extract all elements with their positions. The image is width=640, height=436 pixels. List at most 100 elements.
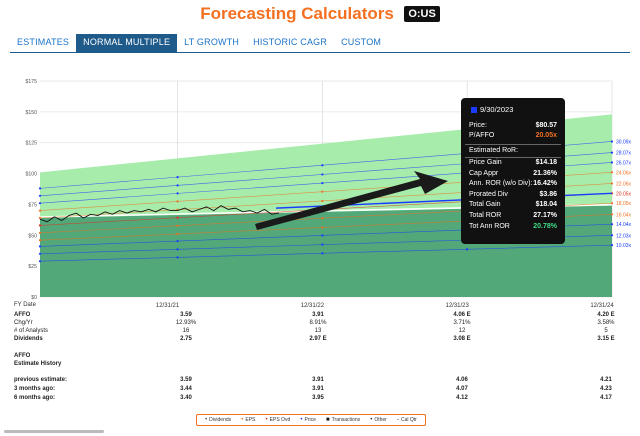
multiple-dot [176,216,179,219]
table-row: 3 months ago: 3.44 3.91 4.07 4.23 [14,386,634,394]
tooltip-row-value: $14.18 [535,159,557,166]
multiple-dot [321,217,324,220]
table-cell: 4.06 [456,377,468,383]
multiple-label: 24.06x [616,170,632,176]
table-cell: 4.20 E [597,312,615,318]
tab-historic-cagr[interactable]: HISTORIC CAGR [246,34,334,52]
tooltip-row-value: 16.42% [533,180,557,188]
table-row: previous estimate: 3.59 3.91 4.06 4.21 [14,377,634,385]
legend-symbol-icon: • [370,417,373,423]
x-tick-label: 12/31/22 [301,303,325,308]
table-cell: 12 [458,328,466,334]
table-cell: 4.06 E [453,312,471,318]
legend-item[interactable]: • EPS [241,417,255,423]
multiple-dot [321,226,324,229]
legend-label: Dividends [209,417,232,423]
legend-label: EPS Ovd [269,417,291,423]
multiple-dot [321,181,324,185]
tab-custom[interactable]: CUSTOM [334,34,388,52]
table-cell: 4.17 [600,395,612,401]
multiple-label: 16.04x [616,212,632,218]
calculator-tabs: ESTIMATES NORMAL MULTIPLE LT GROWTH HIST… [10,34,388,52]
table-row-label: # of Analysts [14,328,49,334]
multiple-dot [38,231,42,234]
table-cell: 3.95 [312,395,324,401]
tooltip-row-label: Price Gain [469,159,502,166]
y-tick-label: $75 [28,202,37,208]
tooltip-row-label: Prorated Div [469,190,508,198]
table-cell: 3.91 [312,386,324,392]
multiple-dot [610,151,614,154]
multiple-dot [38,252,42,255]
y-tick-label: $125 [25,141,37,147]
multiple-dot [176,256,179,259]
table-cell: 3.59 [180,312,192,318]
table-row: AFFO [14,353,634,361]
legend-item[interactable]: • Other [370,417,387,423]
price-series-swatch [471,107,477,113]
tooltip-price: $80.57 [535,122,557,129]
table-row: 6 months ago: 3.40 3.95 4.12 4.17 [14,395,634,403]
tab-lt-growth[interactable]: LT GROWTH [177,34,246,52]
table-cell: 3.08 E [453,336,471,342]
multiple-dot [610,213,614,216]
tooltip-row: Prorated Div $3.86 [469,191,557,200]
legend-symbol-icon: • [300,417,303,423]
legend-symbol-icon: • [241,417,244,423]
chart-legend: • Dividends • EPS • EPS Ovd • Price ■ Transaction… [196,414,426,426]
multiple-dot [176,239,179,243]
table-row-label: AFFO [14,353,31,359]
legend-item[interactable]: - Cal Qtr [397,417,417,423]
table-cell: 3.71% [453,320,471,326]
table-row: AFFO 3.59 3.91 4.06 E 4.20 E [14,312,634,320]
multiple-dot [176,176,179,179]
multiple-label: 18.05x [616,201,632,207]
legend-item[interactable]: • Price [300,417,316,423]
tab-normal-multiple[interactable]: NORMAL MULTIPLE [76,34,178,52]
table-cell: 16 [182,328,190,334]
tooltip-est-title-row: Estimated RoR: [469,147,557,156]
multiple-dot [610,223,614,226]
multiple-dot [321,252,324,255]
y-tick-label: $150 [25,110,37,116]
y-tick-label: $50 [28,233,37,239]
legend-item[interactable]: • Dividends [205,417,231,423]
multiple-label: 10.03x [616,243,632,249]
table-cell: 13 [314,328,322,334]
tooltip-row-label: Total Gain [469,201,501,209]
legend-label: Cal Qtr [401,417,417,423]
tooltip-row-label: Tot Ann ROR [469,222,510,230]
tooltip-row: Total Gain $18.04 [469,201,557,210]
table-cell: 12.93% [175,320,197,326]
horizontal-scrollbar[interactable] [4,430,104,433]
multiple-dot [176,224,179,227]
table-row-label: 6 months ago: [14,395,56,401]
table-row-label: AFFO [14,312,31,318]
table-row-label: Dividends [14,336,43,342]
y-tick-label: $25 [28,264,37,270]
legend-symbol-icon: • [265,417,268,423]
legend-item[interactable]: • EPS Ovd [266,417,291,423]
legend-label: Other [374,417,387,423]
multiple-dot [38,216,42,220]
multiple-dot [176,232,179,236]
tooltip-header: 9/30/2023 [471,105,513,114]
multiple-label: 30.09x [616,139,632,145]
legend-symbol-icon: ■ [326,417,330,423]
multiple-dot [321,234,324,237]
legend-item[interactable]: ■ Transactions [326,417,360,423]
multiple-label: 28.07x [616,151,632,157]
x-tick-label: 12/31/24 [590,303,614,308]
tooltip-price-label: Price: [469,122,487,129]
tooltip-row-value: 21.36% [533,169,557,177]
tooltip-divider [465,144,561,145]
table-cell: 3.40 [180,395,192,401]
table-row: Estimate History [14,361,634,369]
table-cell: 2.97 E [309,336,327,342]
chart-tooltip: 9/30/2023 Price: $80.57 P/AFFO 20.05x Esti… [461,98,565,244]
multiple-dot [321,173,324,176]
tooltip-row-value: $3.86 [539,190,557,198]
tooltip-row: Price Gain $14.18 [469,159,557,168]
tab-estimates[interactable]: ESTIMATES [10,34,76,52]
multiple-dot [38,187,42,190]
